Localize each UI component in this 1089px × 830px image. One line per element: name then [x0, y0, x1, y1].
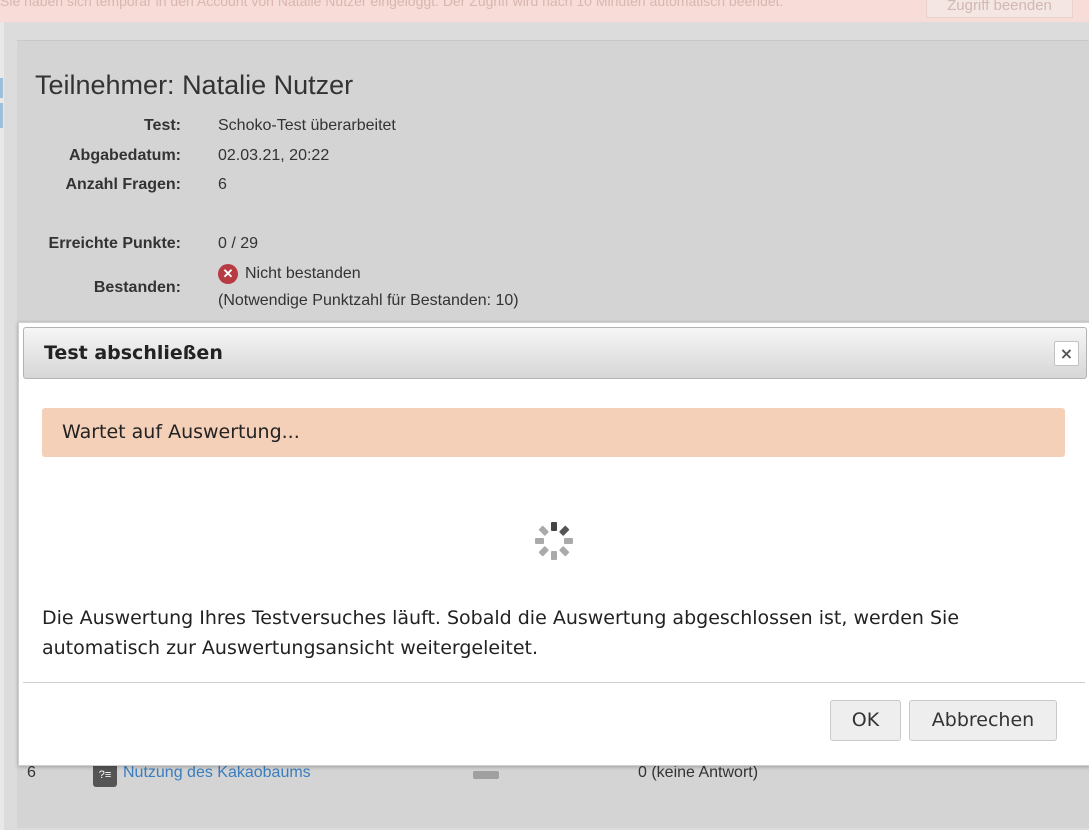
dialog-title: Test abschließen: [44, 342, 223, 364]
question-count-label: Anzahl Fragen:: [65, 176, 181, 193]
left-strip-marker: [0, 78, 3, 98]
finish-test-dialog: Test abschließen × Wartet auf Auswertung…: [18, 322, 1089, 766]
answer-status-bar: [473, 771, 499, 779]
submission-date-label: Abgabedatum:: [69, 147, 181, 164]
passed-value: Nicht bestanden: [245, 265, 361, 282]
close-icon[interactable]: ×: [1054, 341, 1079, 366]
question-count-value: 6: [218, 176, 227, 193]
ok-button[interactable]: OK: [830, 700, 901, 741]
question-result: 0 (keine Antwort): [638, 764, 759, 781]
question-link[interactable]: Nutzung des Kakaobaums: [123, 764, 311, 782]
question-number: 6: [27, 764, 36, 781]
points-label: Erreichte Punkte:: [48, 235, 181, 252]
test-label: Test:: [143, 117, 181, 134]
end-access-button[interactable]: Zugriff beenden: [926, 0, 1073, 18]
pass-threshold-note: (Notwendige Punktzahl für Bestanden: 10): [218, 292, 519, 309]
cancel-button[interactable]: Abbrechen: [909, 700, 1057, 741]
impersonation-bar: Sie haben sich temporär in den Account v…: [0, 0, 1089, 22]
waiting-alert: Wartet auf Auswertung...: [42, 408, 1065, 457]
points-value: 0 / 29: [218, 235, 259, 252]
passed-label: Bestanden:: [93, 279, 181, 296]
evaluation-message: Die Auswertung Ihres Testversuches läuft…: [42, 607, 960, 659]
left-strip-marker: [0, 103, 3, 128]
test-value: Schoko-Test überarbeitet: [218, 117, 396, 134]
divider: [23, 682, 1085, 683]
impersonation-message: Sie haben sich temporär in den Account v…: [0, 0, 784, 9]
left-strip: [0, 22, 4, 830]
submission-date-value: 02.03.21, 20:22: [218, 147, 330, 164]
loading-spinner-icon: [535, 522, 573, 560]
page-title: Teilnehmer: Natalie Nutzer: [35, 70, 354, 100]
question-icon: ?≡: [93, 763, 117, 787]
dialog-header: Test abschließen ×: [23, 327, 1087, 379]
table-row: 6 ?≡ Nutzung des Kakaobaums 0 (keine Ant…: [0, 763, 1089, 789]
fail-x-icon: ✕: [218, 264, 238, 284]
